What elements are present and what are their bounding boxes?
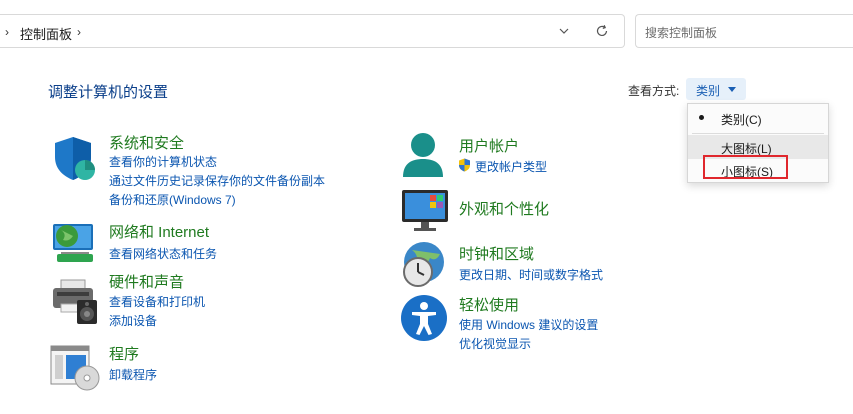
chevron-down-icon[interactable] <box>556 23 572 39</box>
clock-globe-icon[interactable] <box>400 240 450 290</box>
category-title-hardware[interactable]: 硬件和声音 <box>109 271 184 292</box>
highlight-box <box>703 155 788 179</box>
link-optimize-visual-display[interactable]: 优化视觉显示 <box>459 335 531 352</box>
link-change-date-time-format[interactable]: 更改日期、时间或数字格式 <box>459 266 603 283</box>
link-uninstall-program[interactable]: 卸载程序 <box>109 366 157 383</box>
category-title-programs[interactable]: 程序 <box>109 343 139 364</box>
link-change-account-type[interactable]: 更改帐户类型 <box>475 158 547 175</box>
monitor-icon[interactable] <box>400 186 450 234</box>
uac-shield-icon <box>459 158 470 172</box>
category-title-clock-region[interactable]: 时钟和区域 <box>459 243 534 264</box>
network-globe-icon[interactable] <box>49 218 99 268</box>
breadcrumb-chevron-icon[interactable]: › <box>77 25 81 39</box>
category-title-system-security[interactable]: 系统和安全 <box>109 132 184 153</box>
search-placeholder: 搜索控制面板 <box>645 26 718 40</box>
address-bar[interactable]: › 控制面板 › <box>0 14 625 48</box>
chevron-right-icon[interactable]: › <box>5 25 9 39</box>
category-title-appearance[interactable]: 外观和个性化 <box>459 198 549 219</box>
link-network-status[interactable]: 查看网络状态和任务 <box>109 245 217 262</box>
breadcrumb-control-panel[interactable]: 控制面板 <box>20 24 72 43</box>
link-add-device[interactable]: 添加设备 <box>109 312 157 329</box>
accessibility-icon[interactable] <box>400 294 448 342</box>
view-by-label: 查看方式: <box>628 84 680 98</box>
link-backup-restore[interactable]: 备份和还原(Windows 7) <box>109 191 236 208</box>
page-title: 调整计算机的设置 <box>48 84 169 101</box>
dropdown-arrow-icon <box>728 87 736 92</box>
link-view-computer-status[interactable]: 查看你的计算机状态 <box>109 153 217 170</box>
category-title-network[interactable]: 网络和 Internet <box>109 221 209 242</box>
link-devices-printers[interactable]: 查看设备和打印机 <box>109 293 205 310</box>
category-title-ease-of-access[interactable]: 轻松使用 <box>459 294 519 315</box>
menu-item-category[interactable]: 类别(C) <box>688 106 828 130</box>
search-input[interactable]: 搜索控制面板 <box>635 14 853 48</box>
shield-icon[interactable] <box>49 134 99 184</box>
view-by-dropdown[interactable]: 类别 <box>686 78 746 100</box>
link-windows-suggested-settings[interactable]: 使用 Windows 建议的设置 <box>459 316 598 333</box>
user-icon[interactable] <box>400 131 446 181</box>
printer-speaker-icon[interactable] <box>49 276 101 326</box>
refresh-icon[interactable] <box>594 23 610 39</box>
selected-bullet-icon <box>699 115 704 120</box>
link-file-history[interactable]: 通过文件历史记录保存你的文件备份副本 <box>109 172 325 189</box>
category-title-user-accounts[interactable]: 用户帐户 <box>459 135 519 156</box>
programs-disc-icon[interactable] <box>49 344 101 392</box>
menu-separator <box>692 133 824 134</box>
view-by-current: 类别 <box>696 84 721 98</box>
